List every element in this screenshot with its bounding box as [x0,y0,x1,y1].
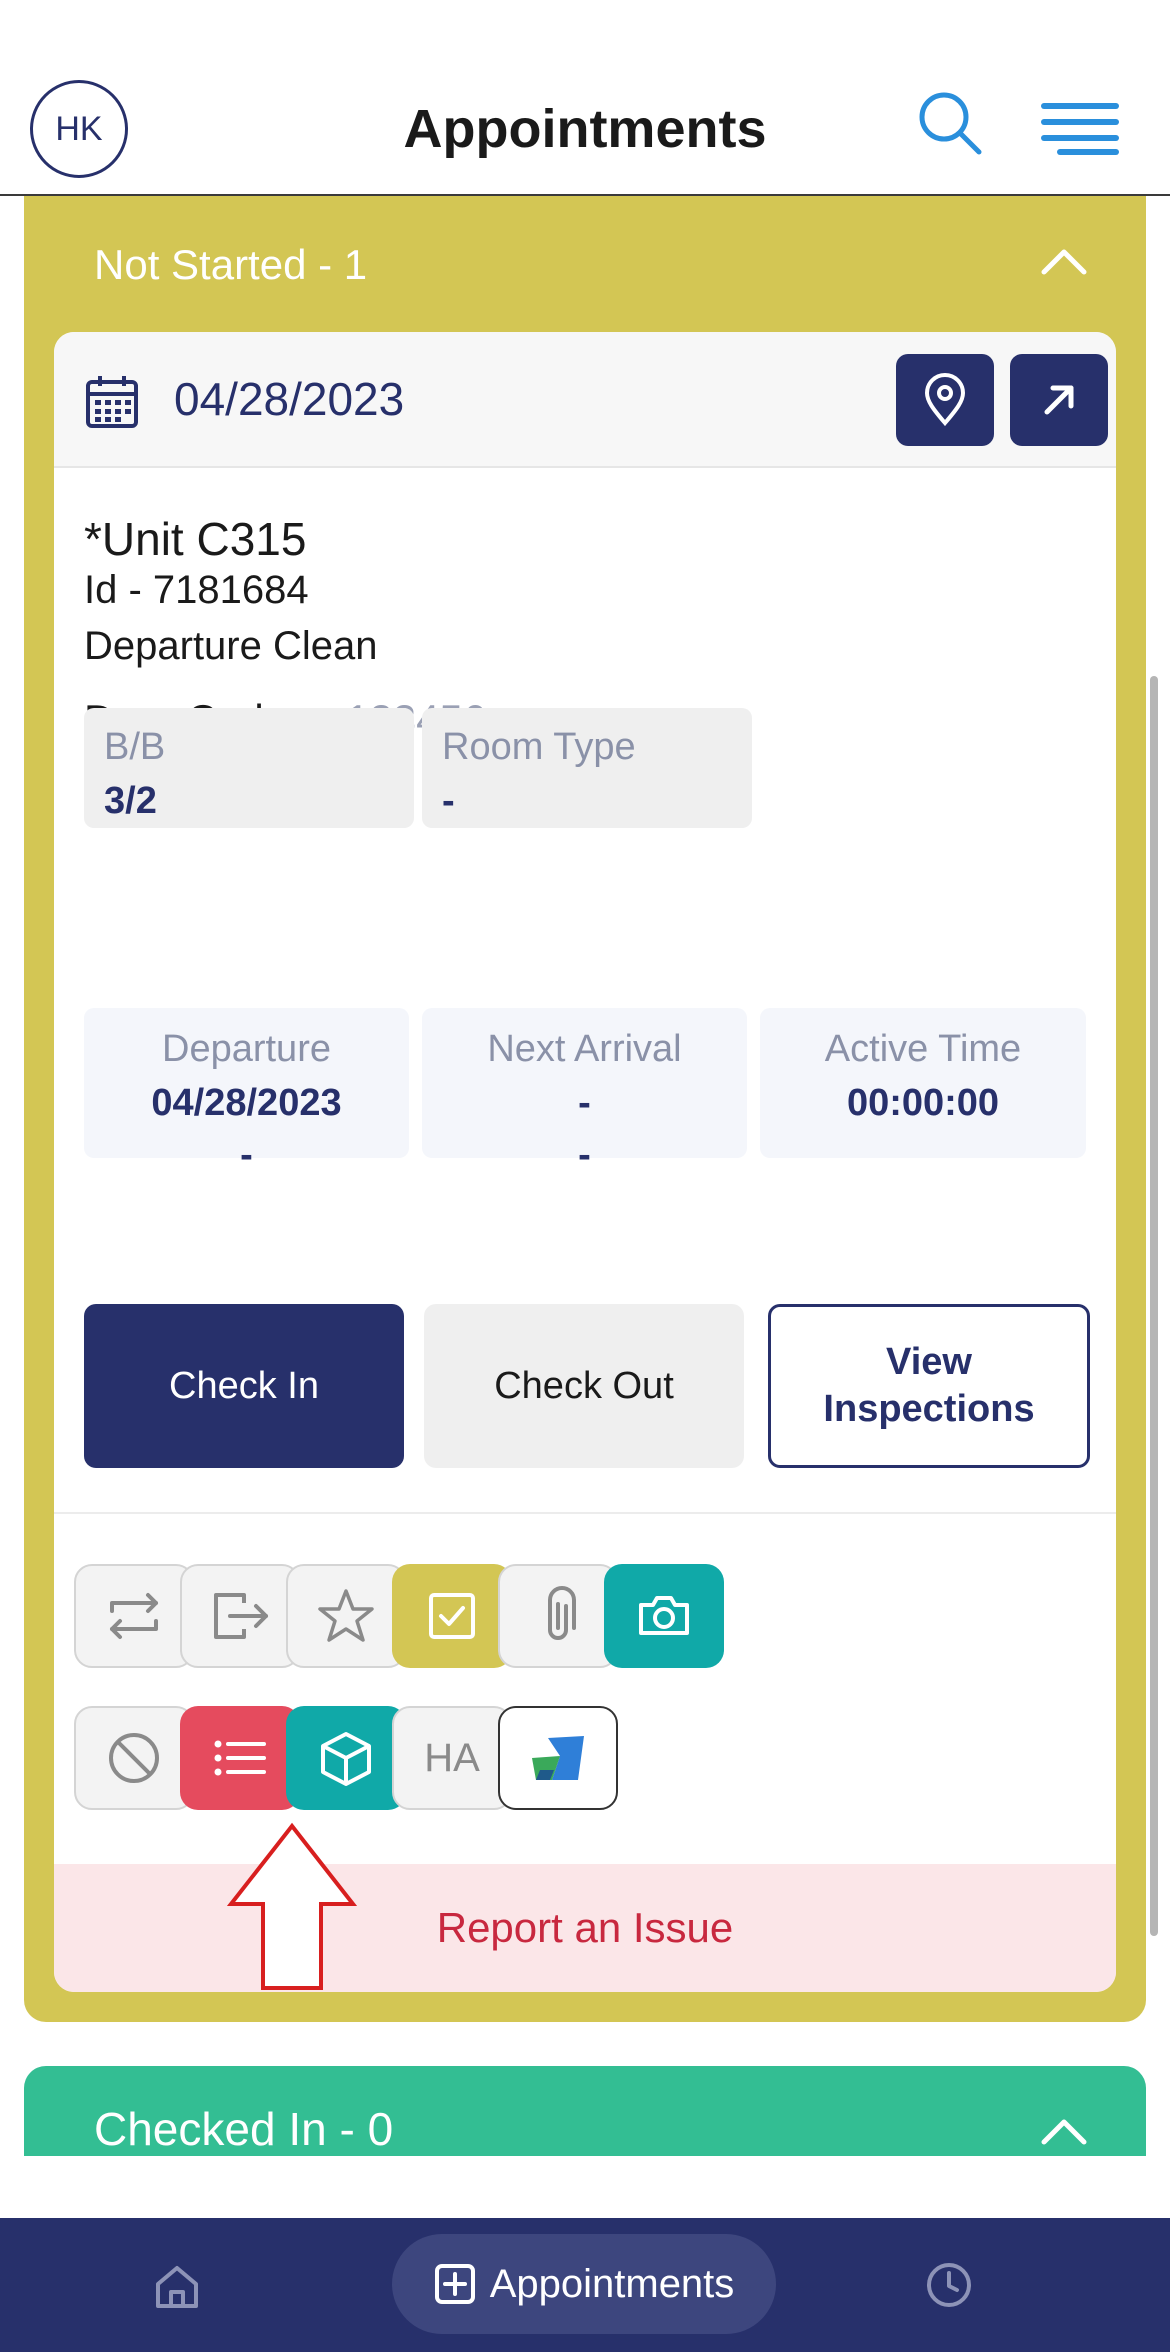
attachment-button[interactable] [498,1564,618,1668]
swap-button[interactable] [74,1564,194,1668]
appointment-card: 04/28/2023 *Unit C315 Id - 7181684 Depar… [54,332,1116,1992]
check-in-button[interactable]: Check In [84,1304,404,1468]
check-out-button[interactable]: Check Out [424,1304,744,1468]
swap-icon [110,1593,158,1639]
favorite-button[interactable] [286,1564,406,1668]
clock-icon[interactable] [924,2260,974,2310]
report-issue-label: Report an Issue [436,1904,734,1951]
report-issue-button[interactable]: Report an Issue [54,1864,1116,1992]
nav-appointments-label: Appointments [489,2261,735,2306]
appointments-list[interactable]: Not Started - 1 04/28/2023 *Unit C315 Id… [0,196,1170,2156]
star-icon [318,1589,374,1642]
active-time-box: Active Time 00:00:00 [760,1008,1086,1158]
arrow-up-right-icon [1044,385,1074,415]
chevron-up-icon[interactable] [1040,2116,1088,2146]
checked-in-section: Checked In - 0 [24,2066,1146,2156]
camera-icon [639,1596,689,1635]
page-title: Appointments [403,99,767,159]
bed-bath-label: B/B [104,726,166,768]
check-out-label: Check Out [494,1364,674,1407]
open-details-button[interactable] [1010,354,1108,446]
view-inspections-line1: View [886,1340,972,1383]
paperclip-icon [548,1586,576,1640]
active-time-label: Active Time [824,1028,1022,1070]
bed-bath-box: B/B 3/2 [84,708,414,828]
appointment-date: 04/28/2023 [174,373,405,425]
exit-icon [214,1593,268,1639]
home-icon[interactable] [152,2262,202,2312]
ha-button[interactable]: HA [392,1706,512,1810]
room-type-box: Room Type - [422,708,752,828]
calendar-icon [86,376,138,428]
location-button[interactable] [896,354,994,446]
app-logo-button[interactable] [498,1706,618,1810]
app-logo-icon [532,1736,584,1780]
view-inspections-line2: Inspections [823,1388,1035,1430]
list-icon [214,1740,266,1776]
ha-icon: HA [424,1735,480,1780]
section-header-checked-in[interactable]: Checked In - 0 [94,2102,393,2156]
checkbox-icon [429,1593,475,1639]
bed-bath-value: 3/2 [104,780,157,822]
annotation-arrow [227,1822,357,1990]
view-inspections-button[interactable]: View Inspections [768,1304,1090,1468]
app-header: HK Appointments [0,0,1170,196]
not-started-section: Not Started - 1 04/28/2023 *Unit C315 Id… [24,196,1146,2022]
departure-date: 04/28/2023 [151,1082,342,1124]
block-button[interactable] [74,1706,194,1810]
next-arrival-box: Next Arrival - - [422,1008,747,1176]
next-arrival-date: - [578,1082,591,1124]
chevron-up-icon[interactable] [1040,246,1088,276]
card-header: 04/28/2023 [54,332,1116,468]
unit-name: *Unit C315 [84,513,307,565]
exit-button[interactable] [180,1564,300,1668]
service-type: Departure Clean [84,624,378,668]
room-type-label: Room Type [442,726,636,768]
search-icon[interactable] [915,88,985,158]
next-arrival-time: - [578,1134,591,1176]
check-in-label: Check In [169,1364,319,1407]
nav-appointments-tab[interactable]: Appointments [392,2234,776,2334]
section-header-not-started[interactable]: Not Started - 1 [94,241,367,289]
hamburger-menu-icon[interactable] [1040,100,1120,156]
departure-time: - [240,1134,253,1176]
next-arrival-label: Next Arrival [487,1028,682,1070]
add-square-icon [434,2264,475,2304]
inventory-button[interactable] [286,1706,406,1810]
departure-label: Departure [162,1028,331,1070]
camera-button[interactable] [604,1564,724,1668]
divider [54,1512,1116,1514]
map-pin-icon [924,373,966,427]
departure-box: Departure 04/28/2023 - [84,1008,409,1176]
unit-id: Id - 7181684 [84,568,309,612]
room-type-value: - [442,780,455,822]
active-time-value: 00:00:00 [846,1082,1000,1124]
checklist-button[interactable] [392,1564,512,1668]
bottom-navigation: Appointments [0,2218,1170,2352]
block-icon [109,1733,159,1783]
issue-list-button[interactable] [180,1706,300,1810]
scrollbar[interactable] [1150,676,1158,1936]
box-icon [321,1732,371,1786]
